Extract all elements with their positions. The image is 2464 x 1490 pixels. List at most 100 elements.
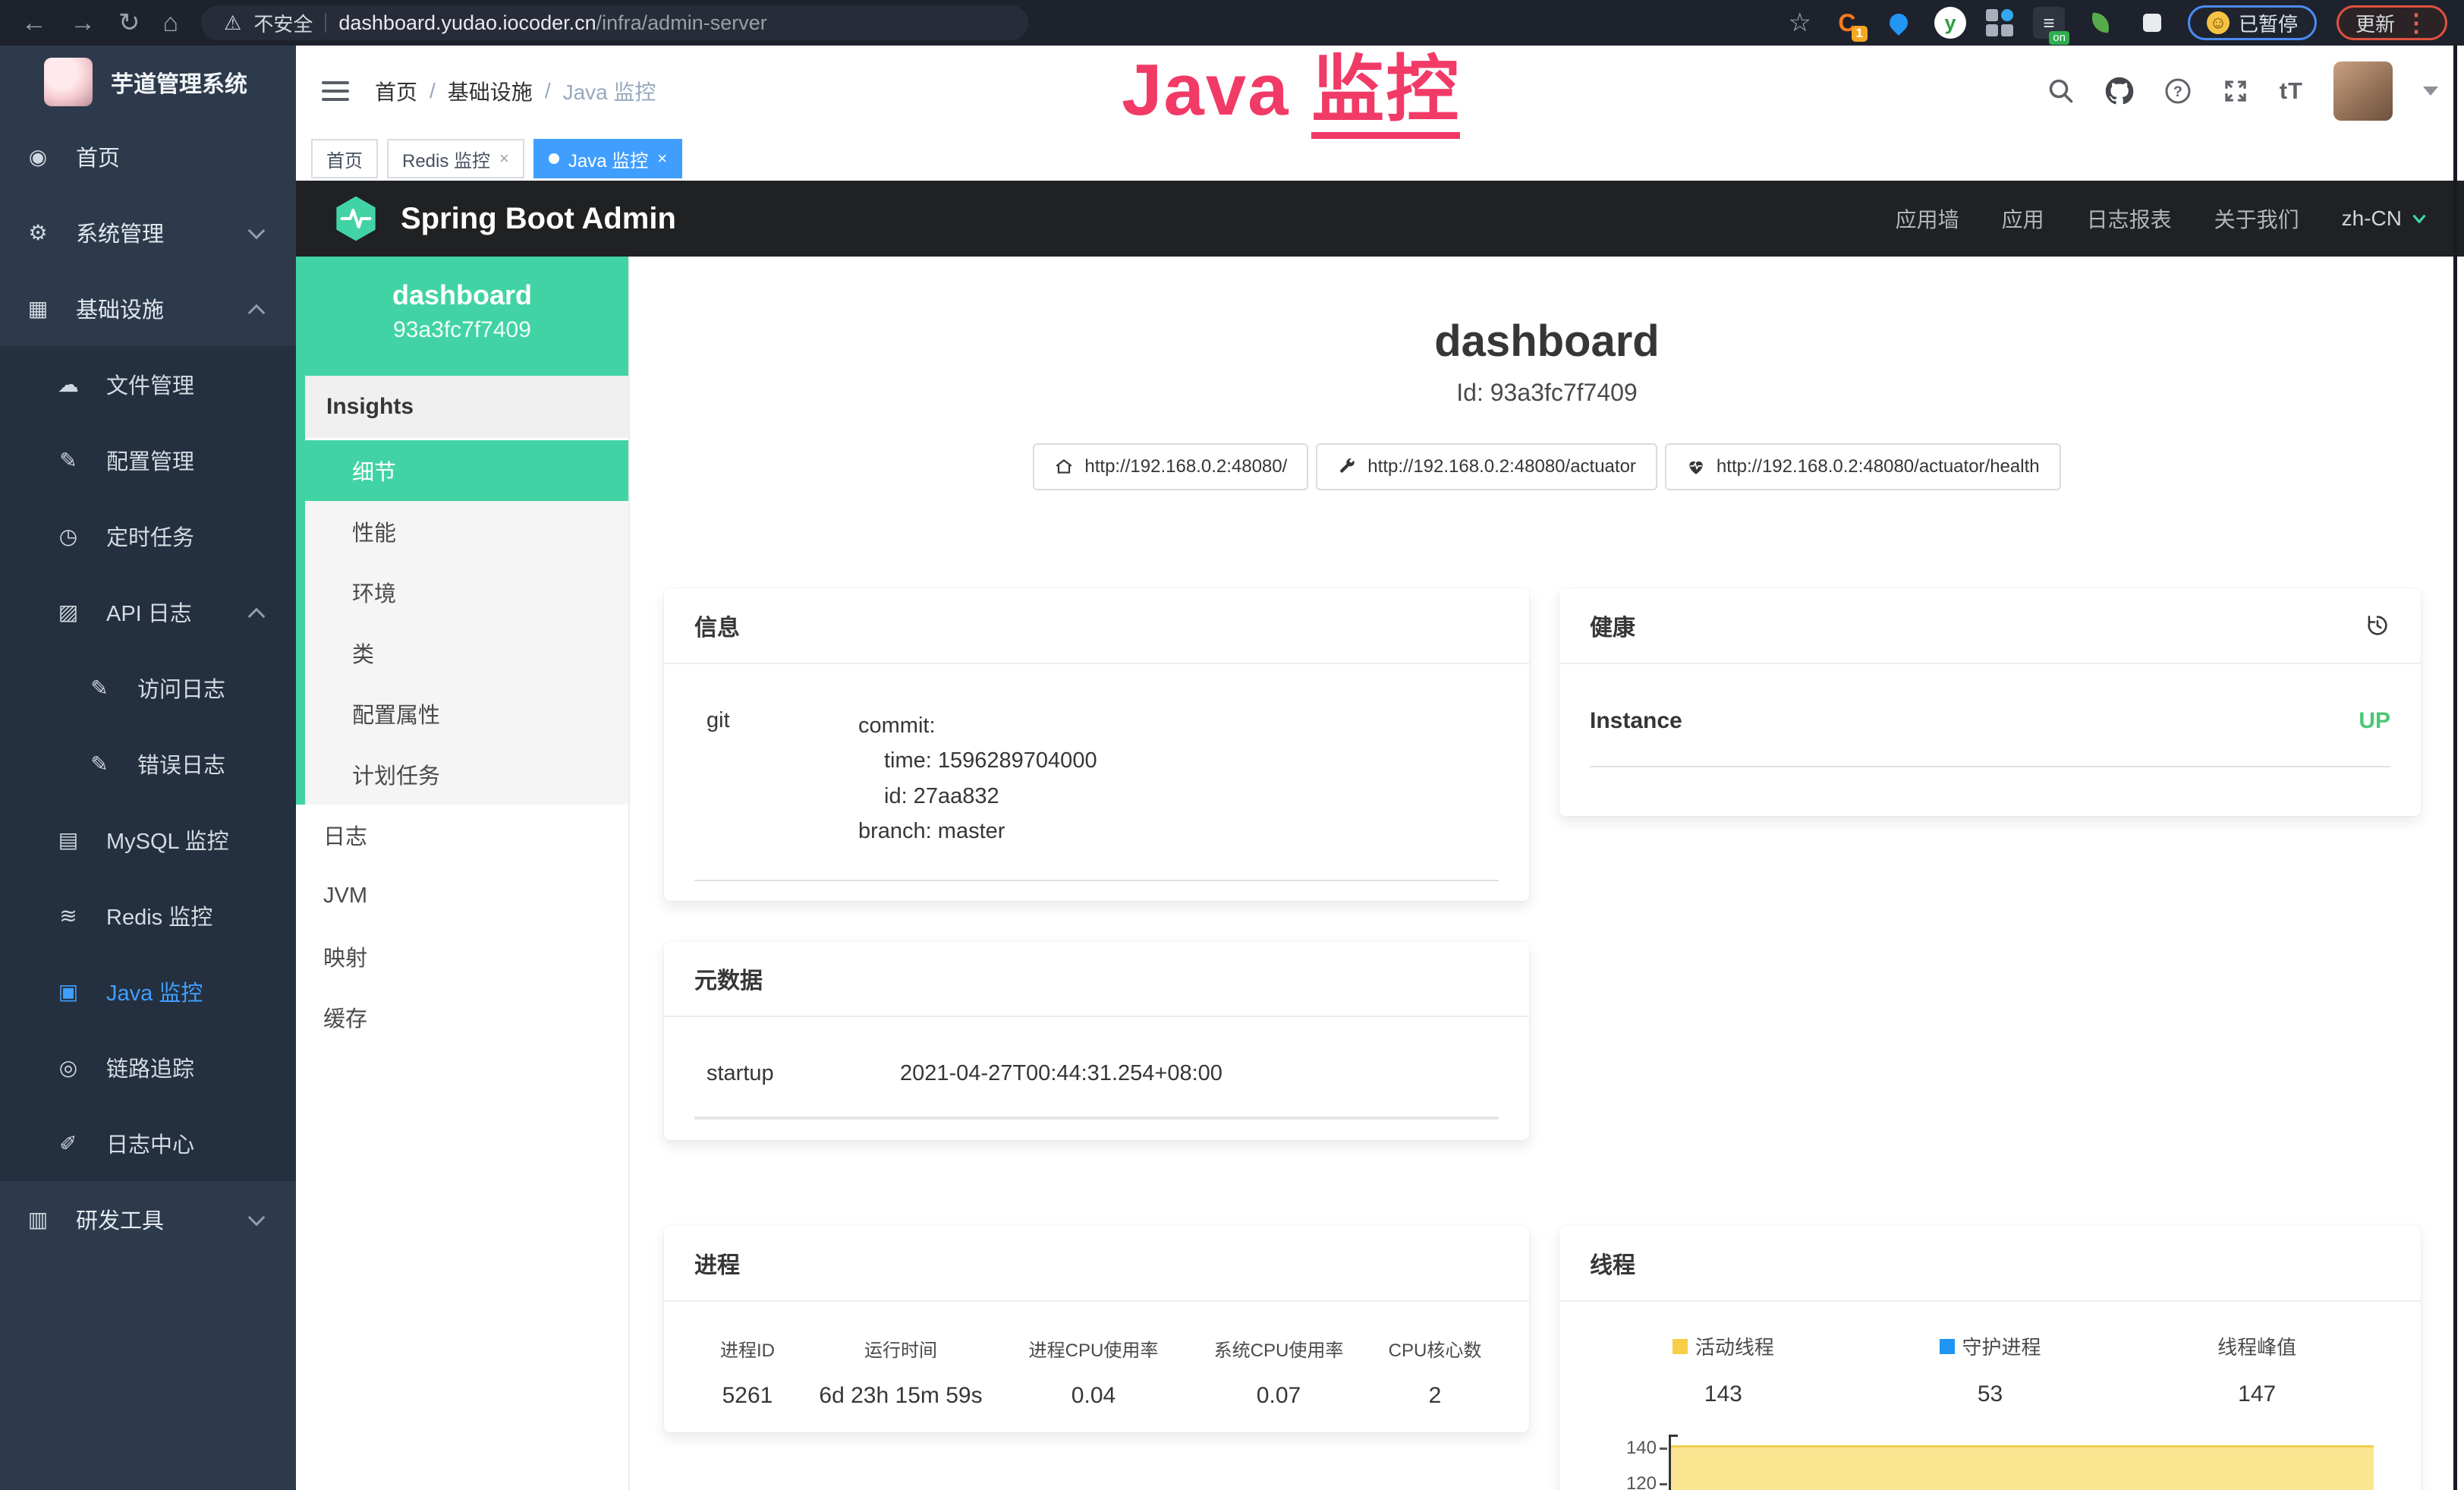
close-icon[interactable]: × bbox=[657, 149, 667, 169]
url-text[interactable]: dashboard.yudao.iocoder.cn/infra/admin-s… bbox=[338, 11, 766, 35]
breadcrumb-current: Java 监控 bbox=[563, 76, 656, 106]
fullscreen-icon[interactable] bbox=[2222, 77, 2249, 105]
chevron-up-icon bbox=[248, 608, 266, 625]
sidebar-item-java-monitor[interactable]: ▣ Java 监控 bbox=[0, 953, 296, 1029]
sidebar-item-api-logs[interactable]: ▨ API 日志 bbox=[0, 574, 296, 650]
sba-nav-about[interactable]: 关于我们 bbox=[2214, 203, 2299, 234]
sidebar-item-access-logs[interactable]: ✎ 访问日志 bbox=[0, 650, 296, 726]
annotation-word2: 监控 bbox=[1311, 49, 1460, 139]
tab-redis-monitor[interactable]: Redis 监控× bbox=[387, 139, 524, 178]
sba-menu-metrics[interactable]: 性能 bbox=[305, 501, 628, 562]
tab-java-monitor[interactable]: Java 监控× bbox=[533, 139, 682, 178]
sba-nav-journal[interactable]: 日志报表 bbox=[2087, 203, 2172, 234]
extension-list-icon[interactable]: ≡on bbox=[2033, 7, 2065, 39]
sidebar-item-log-center[interactable]: ✐ 日志中心 bbox=[0, 1105, 296, 1181]
bookmark-star-icon[interactable]: ☆ bbox=[1788, 8, 1811, 38]
user-avatar[interactable] bbox=[2333, 61, 2393, 121]
header-actions: ? tT bbox=[2047, 61, 2438, 121]
legend-peak-threads: 线程峰值 147 bbox=[2123, 1332, 2390, 1407]
process-card: 进程 进程ID 5261 运行时间 6d 23h 15m 59s 进程CPU使用… bbox=[664, 1226, 1529, 1432]
not-secure-label[interactable]: 不安全 bbox=[253, 9, 313, 37]
sidebar-item-system[interactable]: ⚙ 系统管理 bbox=[0, 194, 296, 270]
sidebar-item-label: 链路追踪 bbox=[106, 1051, 194, 1083]
endpoint-actuator-link[interactable]: http://192.168.0.2:48080/actuator bbox=[1316, 443, 1657, 490]
update-button[interactable]: 更新 ⋮ bbox=[2337, 5, 2447, 40]
hamburger-icon[interactable] bbox=[322, 81, 349, 101]
git-commit-line: commit: bbox=[858, 708, 1097, 743]
tab-home[interactable]: 首页 bbox=[311, 139, 378, 178]
help-icon[interactable]: ? bbox=[2164, 77, 2192, 105]
sba-menu-environment[interactable]: 环境 bbox=[305, 562, 628, 622]
insights-section-title: Insights bbox=[305, 376, 628, 440]
breadcrumb-infra[interactable]: 基础设施 bbox=[448, 76, 533, 106]
sidebar-item-scheduled-jobs[interactable]: ◷ 定时任务 bbox=[0, 498, 296, 574]
dashboard-icon: ◉ bbox=[24, 144, 52, 169]
forward-icon[interactable]: → bbox=[70, 10, 96, 36]
search-icon[interactable] bbox=[2047, 77, 2075, 105]
sba-nav-wallboard[interactable]: 应用墙 bbox=[1896, 203, 1959, 234]
extension-pin-icon[interactable] bbox=[1883, 7, 1915, 39]
extension-grid-icon[interactable] bbox=[1986, 9, 2013, 36]
sba-menu-config-props[interactable]: 配置属性 bbox=[305, 683, 628, 744]
health-instance-row: Instance UP bbox=[1590, 708, 2390, 767]
sba-locale-select[interactable]: zh-CN bbox=[2342, 206, 2429, 231]
git-branch-line: branch: master bbox=[858, 814, 1097, 849]
sba-menu-scheduled-tasks[interactable]: 计划任务 bbox=[305, 744, 628, 805]
close-icon[interactable]: × bbox=[499, 149, 509, 169]
window-scrollbar[interactable] bbox=[2453, 46, 2457, 1490]
back-icon[interactable]: ← bbox=[21, 10, 47, 36]
sidebar-item-mysql-monitor[interactable]: ▤ MySQL 监控 bbox=[0, 802, 296, 877]
reload-icon[interactable]: ↻ bbox=[118, 10, 140, 36]
sidebar-item-tracing[interactable]: ◎ 链路追踪 bbox=[0, 1029, 296, 1105]
legend-blue-swatch bbox=[1940, 1339, 1955, 1354]
health-card: 健康 Instance UP bbox=[1559, 588, 2421, 816]
edit-icon: ✎ bbox=[86, 751, 113, 777]
sba-nav-links: 应用墙 应用 日志报表 关于我们 zh-CN bbox=[1896, 203, 2429, 234]
github-icon[interactable] bbox=[2105, 77, 2134, 106]
sidebar-item-label: 定时任务 bbox=[106, 520, 194, 552]
sba-menu-logs[interactable]: 日志 bbox=[296, 805, 628, 865]
extensions-puzzle-icon[interactable] bbox=[2136, 7, 2168, 39]
info-git-row: git commit: time: 1596289704000 id: 27aa… bbox=[694, 708, 1499, 881]
chevron-down-icon bbox=[248, 1209, 266, 1227]
browser-home-icon[interactable]: ⌂ bbox=[163, 10, 179, 36]
sba-menu-mappings[interactable]: 映射 bbox=[296, 926, 628, 987]
threads-legend: 活动线程 143 守护进程 53 线程峰值 147 bbox=[1590, 1332, 2390, 1407]
extension-colorzilla-icon[interactable]: C1 bbox=[1831, 7, 1863, 39]
annotation-java-monitor: Java 监控 bbox=[1122, 30, 1460, 136]
sidebar-item-config-manage[interactable]: ✎ 配置管理 bbox=[0, 422, 296, 498]
endpoint-links: http://192.168.0.2:48080/ http://192.168… bbox=[630, 443, 2464, 490]
breadcrumb-home[interactable]: 首页 bbox=[375, 76, 417, 106]
address-bar[interactable]: ⚠ 不安全 dashboard.yudao.iocoder.cn/infra/a… bbox=[201, 5, 1028, 40]
sba-menu-details[interactable]: 细节 bbox=[305, 440, 628, 501]
extension-y-icon[interactable]: y bbox=[1934, 7, 1966, 39]
history-icon[interactable] bbox=[2365, 613, 2390, 638]
text-size-icon[interactable]: tT bbox=[2280, 77, 2303, 105]
annotation-word1: Java bbox=[1122, 49, 1311, 131]
sidebar-item-file-manage[interactable]: ☁ 文件管理 bbox=[0, 346, 296, 422]
sba-menu-caches[interactable]: 缓存 bbox=[296, 987, 628, 1047]
sba-main: dashboard Id: 93a3fc7f7409 http://192.16… bbox=[630, 257, 2464, 1490]
sba-nav-applications[interactable]: 应用 bbox=[2002, 203, 2044, 234]
sidebar-item-error-logs[interactable]: ✎ 错误日志 bbox=[0, 726, 296, 802]
sidebar-item-infra[interactable]: ▦ 基础设施 bbox=[0, 270, 296, 346]
caret-down-icon[interactable] bbox=[2423, 87, 2438, 96]
browser-menu-icon[interactable]: ⋮ bbox=[2404, 8, 2428, 37]
sba-menu-jvm[interactable]: JVM bbox=[296, 865, 628, 926]
paused-badge[interactable]: ☺已暂停 bbox=[2188, 5, 2317, 40]
extension-leaf-icon[interactable] bbox=[2085, 7, 2116, 39]
cell-value: 2 bbox=[1429, 1383, 1442, 1409]
page-subtitle: Id: 93a3fc7f7409 bbox=[630, 379, 2464, 407]
instance-name: dashboard bbox=[296, 279, 628, 311]
sba-menu-classes[interactable]: 类 bbox=[305, 622, 628, 683]
sidebar-item-dev-tools[interactable]: ▥ 研发工具 bbox=[0, 1181, 296, 1257]
endpoint-health-link[interactable]: http://192.168.0.2:48080/actuator/health bbox=[1665, 443, 2061, 490]
sba-instance-header[interactable]: dashboard 93a3fc7f7409 bbox=[296, 257, 628, 376]
endpoint-home-link[interactable]: http://192.168.0.2:48080/ bbox=[1033, 443, 1308, 490]
sba-content: dashboard 93a3fc7f7409 Insights 细节 性能 环境… bbox=[296, 257, 2464, 1490]
sidebar-item-redis-monitor[interactable]: ≋ Redis 监控 bbox=[0, 877, 296, 953]
url-host: dashboard.yudao.iocoder.cn bbox=[338, 11, 596, 34]
sidebar-item-home[interactable]: ◉ 首页 bbox=[0, 118, 296, 194]
update-label: 更新 bbox=[2355, 9, 2395, 37]
app-logo[interactable]: 芋道管理系统 bbox=[0, 46, 296, 118]
